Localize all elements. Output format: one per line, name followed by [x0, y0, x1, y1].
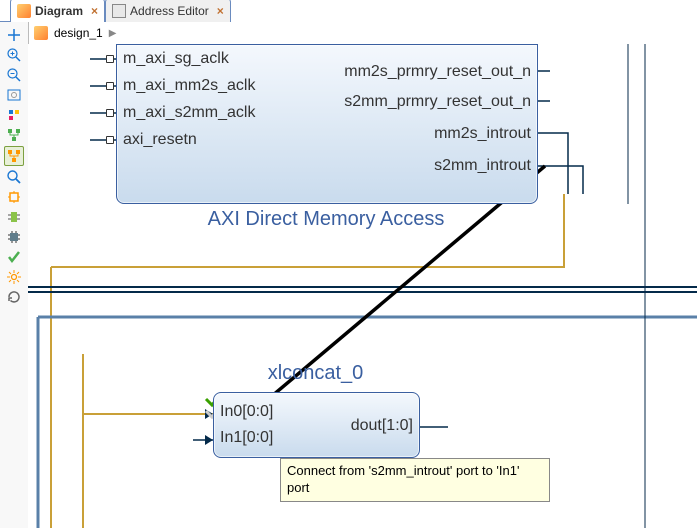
diagram-icon	[17, 4, 31, 18]
tooltip-text: Connect from 's2mm_introut' port to 'In1…	[287, 463, 519, 495]
address-editor-icon	[112, 4, 126, 18]
validate-button[interactable]	[5, 248, 23, 266]
settings-button[interactable]	[5, 268, 23, 286]
port-m-axi-mm2s-aclk[interactable]: m_axi_mm2s_aclk	[123, 77, 255, 95]
port-in0[interactable]: In0[0:0]	[220, 403, 273, 421]
side-toolbar	[0, 22, 29, 528]
tab-diagram[interactable]: Diagram ×	[10, 0, 105, 22]
port-in1[interactable]: In1[0:0]	[220, 429, 273, 447]
refresh-button[interactable]	[5, 288, 23, 306]
chip-tool-button[interactable]	[5, 228, 23, 246]
port-dout[interactable]: dout[1:0]	[351, 417, 413, 435]
pan-tool-button[interactable]	[5, 26, 23, 44]
editor-tabs: Diagram × Address Editor ×	[0, 0, 231, 22]
palette-tool-button[interactable]	[5, 106, 23, 124]
zoom-fit-button[interactable]	[5, 86, 23, 104]
auto-layout-button[interactable]	[5, 126, 23, 144]
chevron-right-icon: ▶	[109, 28, 117, 39]
block-xlconcat[interactable]: In0[0:0] In1[0:0] dout[1:0]	[213, 392, 420, 458]
port-m-axi-sg-aclk[interactable]: m_axi_sg_aclk	[123, 50, 229, 68]
tab-label: Address Editor	[130, 4, 209, 18]
port-s2mm-prmry-reset[interactable]: s2mm_prmry_reset_out_n	[344, 93, 531, 111]
zoom-out-button[interactable]	[5, 66, 23, 84]
add-port-button[interactable]	[5, 208, 23, 226]
design-icon	[34, 26, 48, 40]
tab-label: Diagram	[35, 4, 83, 18]
close-icon[interactable]: ×	[217, 4, 224, 18]
port-pin[interactable]	[106, 109, 114, 117]
breadcrumb: design_1 ▶	[30, 22, 697, 45]
add-ip-button[interactable]	[5, 188, 23, 206]
regenerate-layout-button[interactable]	[4, 146, 24, 166]
block-axi-dma[interactable]: m_axi_sg_aclk m_axi_mm2s_aclk m_axi_s2mm…	[116, 44, 538, 204]
port-axi-resetn[interactable]: axi_resetn	[123, 131, 197, 149]
block-label-xlconcat: xlconcat_0	[213, 362, 418, 385]
breadcrumb-design[interactable]: design_1	[54, 26, 103, 40]
connection-tooltip: Connect from 's2mm_introut' port to 'In1…	[280, 458, 550, 502]
block-label-axi-dma: AXI Direct Memory Access	[116, 208, 536, 231]
port-mm2s-introut[interactable]: mm2s_introut	[434, 125, 531, 143]
search-button[interactable]	[5, 168, 23, 186]
zoom-in-button[interactable]	[5, 46, 23, 64]
port-pin[interactable]	[106, 55, 114, 63]
port-mm2s-prmry-reset[interactable]: mm2s_prmry_reset_out_n	[344, 63, 531, 81]
port-pin[interactable]	[106, 136, 114, 144]
block-diagram-canvas[interactable]: m_axi_sg_aclk m_axi_mm2s_aclk m_axi_s2mm…	[28, 44, 697, 528]
tab-address-editor[interactable]: Address Editor ×	[105, 0, 231, 22]
port-m-axi-s2mm-aclk[interactable]: m_axi_s2mm_aclk	[123, 104, 255, 122]
port-s2mm-introut[interactable]: s2mm_introut	[434, 157, 531, 175]
port-pin[interactable]	[106, 82, 114, 90]
close-icon[interactable]: ×	[91, 4, 98, 18]
